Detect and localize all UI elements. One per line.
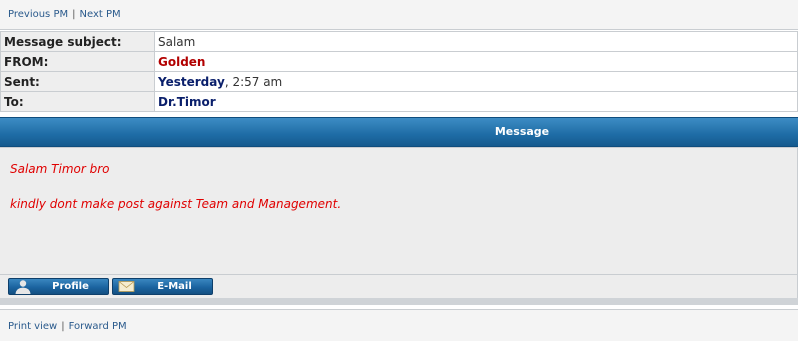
pm-navigation-bar: Previous PM | Next PM [0,0,798,30]
previous-pm-link[interactable]: Previous PM [8,9,68,20]
profile-button[interactable]: Profile [8,278,109,295]
nav-separator: | [72,9,76,20]
message-body: Salam Timor bro kindly dont make post ag… [0,147,798,274]
sent-time: , 2:57 am [224,74,283,89]
pm-header-table: Message subject: Salam FROM: Golden Sent… [0,31,798,112]
email-button-label: E-Mail [157,281,192,292]
sent-label: Sent: [0,71,155,92]
email-button[interactable]: E-Mail [112,278,213,295]
next-pm-link[interactable]: Next PM [79,9,120,20]
message-action-row: Profile E-Mail [0,274,798,298]
to-label: To: [0,91,155,112]
from-cell: Golden [154,51,798,72]
subject-label: Message subject: [0,31,155,52]
sent-row: Sent: Yesterday, 2:57 am [0,71,798,92]
subject-value: Salam [154,31,798,52]
from-label: FROM: [0,51,155,72]
pm-view: Previous PM | Next PM Message subject: Sal… [0,0,798,341]
sent-cell: Yesterday, 2:57 am [154,71,798,92]
profile-button-label: Profile [52,281,89,292]
pm-footer-bar: Print view | Forward PM [0,309,798,341]
recipient-link[interactable]: Dr.Timor [158,95,216,109]
message-header-title: Message [494,125,550,138]
divider-strip [0,298,798,305]
pm-footer-links: Print view | Forward PM [8,321,127,332]
user-icon [15,280,31,294]
to-row: To: Dr.Timor [0,91,798,112]
message-header-bar: Message [0,117,798,147]
envelope-icon [118,281,135,292]
to-cell: Dr.Timor [154,91,798,112]
message-line-request: kindly dont make post against Team and M… [10,197,342,211]
pm-navigation-links: Previous PM | Next PM [8,9,121,20]
subject-row: Message subject: Salam [0,31,798,52]
print-view-link[interactable]: Print view [8,321,57,332]
footer-separator: | [61,321,65,332]
message-line-greeting: Salam Timor bro [10,162,110,176]
sender-link[interactable]: Golden [158,55,205,69]
forward-pm-link[interactable]: Forward PM [69,321,127,332]
sent-day: Yesterday [158,74,225,89]
from-row: FROM: Golden [0,51,798,72]
